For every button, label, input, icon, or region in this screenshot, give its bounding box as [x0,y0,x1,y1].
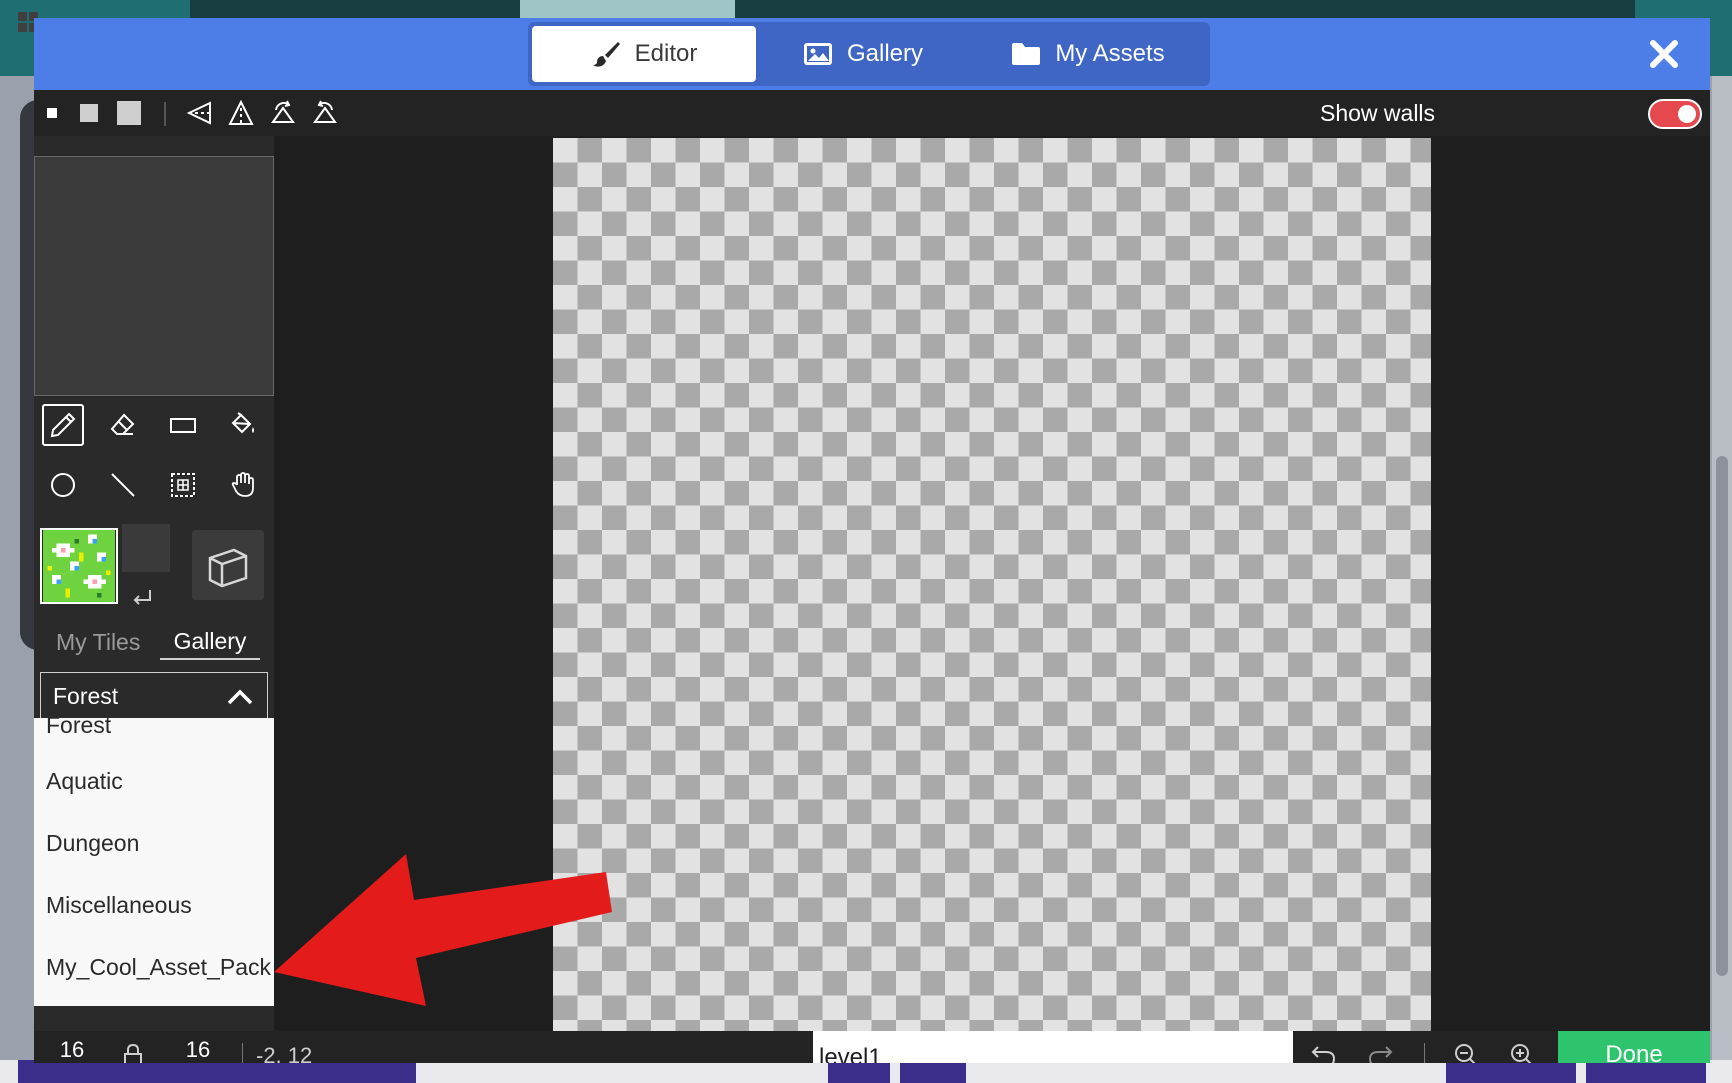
tab-tile-gallery[interactable]: Gallery [160,624,260,660]
wall-tile-button[interactable] [192,530,264,600]
flip-icon [313,100,337,123]
mirror-vertical-button[interactable] [226,98,256,128]
background-scrollbar [1712,76,1732,1083]
dropdown-option-forest[interactable]: Forest [46,718,111,739]
height-input[interactable]: 16 [170,1035,226,1063]
paintbrush-icon [592,42,620,67]
redo-icon [1368,1046,1393,1063]
lock-icon[interactable] [122,1043,144,1063]
dropdown-option-dungeon[interactable]: Dungeon [46,830,139,857]
flip-button[interactable] [310,98,340,128]
tile-editor-modal: Editor Gallery My Assets Show walls My T… [34,18,1710,1063]
zoom-in-button[interactable] [1506,1039,1538,1063]
dropdown-option-miscellaneous[interactable]: Miscellaneous [46,892,192,919]
paint-bucket-icon [231,412,254,434]
line-icon [111,473,135,497]
close-button[interactable] [1646,36,1682,72]
circle-tool-button[interactable] [42,464,84,506]
cursor-coordinates: -2, 12 [256,1043,313,1063]
tileset-dropdown-list: Forest Aquatic Dungeon Miscellaneous My_… [34,718,274,1006]
editor-tab-group: Editor Gallery My Assets [528,22,1210,86]
tab-editor[interactable]: Editor [532,26,756,82]
toolbar-divider [164,102,166,126]
pencil-tool-button[interactable] [42,404,84,446]
line-tool-button[interactable] [102,464,144,506]
pan-tool-button[interactable] [222,464,264,506]
rotate-icon [271,100,295,123]
bottom-divider [242,1043,243,1063]
tile-canvas[interactable] [553,138,1431,1033]
tileset-dropdown[interactable]: Forest [40,672,268,720]
tileset-dropdown-value: Forest [53,683,119,709]
eraser-tool-button[interactable] [102,404,144,446]
secondary-tile-slot[interactable] [122,524,170,572]
zoom-in-icon [1511,1044,1532,1063]
tab-gallery[interactable]: Gallery [756,26,970,82]
image-icon [803,43,832,65]
selected-tile-swatch[interactable] [40,528,118,604]
brush-size-small[interactable] [40,90,64,136]
level-name-input[interactable] [813,1031,1293,1063]
brush-size-medium[interactable] [74,90,104,136]
chevron-up-icon [227,689,253,704]
editor-bottom-bar: 16 16 -2, 12 level1 Done [34,1031,1710,1063]
zoom-out-icon [1455,1044,1476,1063]
mirror-horizontal-icon [186,101,211,125]
zoom-out-button[interactable] [1450,1039,1482,1063]
dropdown-option-my-cool-asset-pack[interactable]: My_Cool_Asset_Pack [46,954,271,981]
tab-my-assets[interactable]: My Assets [970,26,1206,82]
tile-preview [34,156,274,396]
tab-editor-label: Editor [634,40,698,67]
marquee-icon [171,473,195,497]
mirror-horizontal-button[interactable] [184,98,214,128]
fill-tool-button[interactable] [222,404,264,446]
marquee-tool-button[interactable] [162,464,204,506]
modal-header: Editor Gallery My Assets [34,18,1710,90]
done-button[interactable]: Done [1558,1031,1710,1063]
folder-icon [1012,43,1041,65]
dropdown-option-aquatic[interactable]: Aquatic [46,768,123,795]
swap-tiles-icon[interactable] [130,588,154,610]
eraser-icon [110,413,135,435]
undo-icon [1311,1046,1336,1063]
bottom-divider [1424,1043,1425,1063]
background-bottom-bar [0,1060,1732,1083]
red-arrow-annotation-icon [274,854,612,1006]
tab-my-tiles[interactable]: My Tiles [56,624,140,660]
tab-gallery-label: Gallery [846,40,924,67]
circle-icon [51,473,75,497]
rotate-button[interactable] [268,98,298,128]
mirror-vertical-icon [228,100,254,125]
width-input[interactable]: 16 [44,1035,100,1063]
editor-toolbar: Show walls [34,90,1710,136]
grass-tile-image [43,530,115,602]
show-walls-label: Show walls [1320,100,1436,126]
rectangle-icon [170,418,196,433]
brush-size-large[interactable] [112,90,146,136]
tab-my-assets-label: My Assets [1055,40,1165,67]
undo-button[interactable] [1308,1039,1340,1063]
redo-button[interactable] [1364,1039,1396,1063]
rectangle-tool-button[interactable] [162,404,204,446]
show-walls-toggle[interactable] [1648,99,1702,129]
left-panel: My Tiles Gallery Forest Forest Aquatic D… [34,136,274,1031]
pencil-icon [50,412,76,438]
close-icon [1650,40,1678,68]
wall-block-icon [208,548,248,588]
hand-icon [231,472,254,497]
